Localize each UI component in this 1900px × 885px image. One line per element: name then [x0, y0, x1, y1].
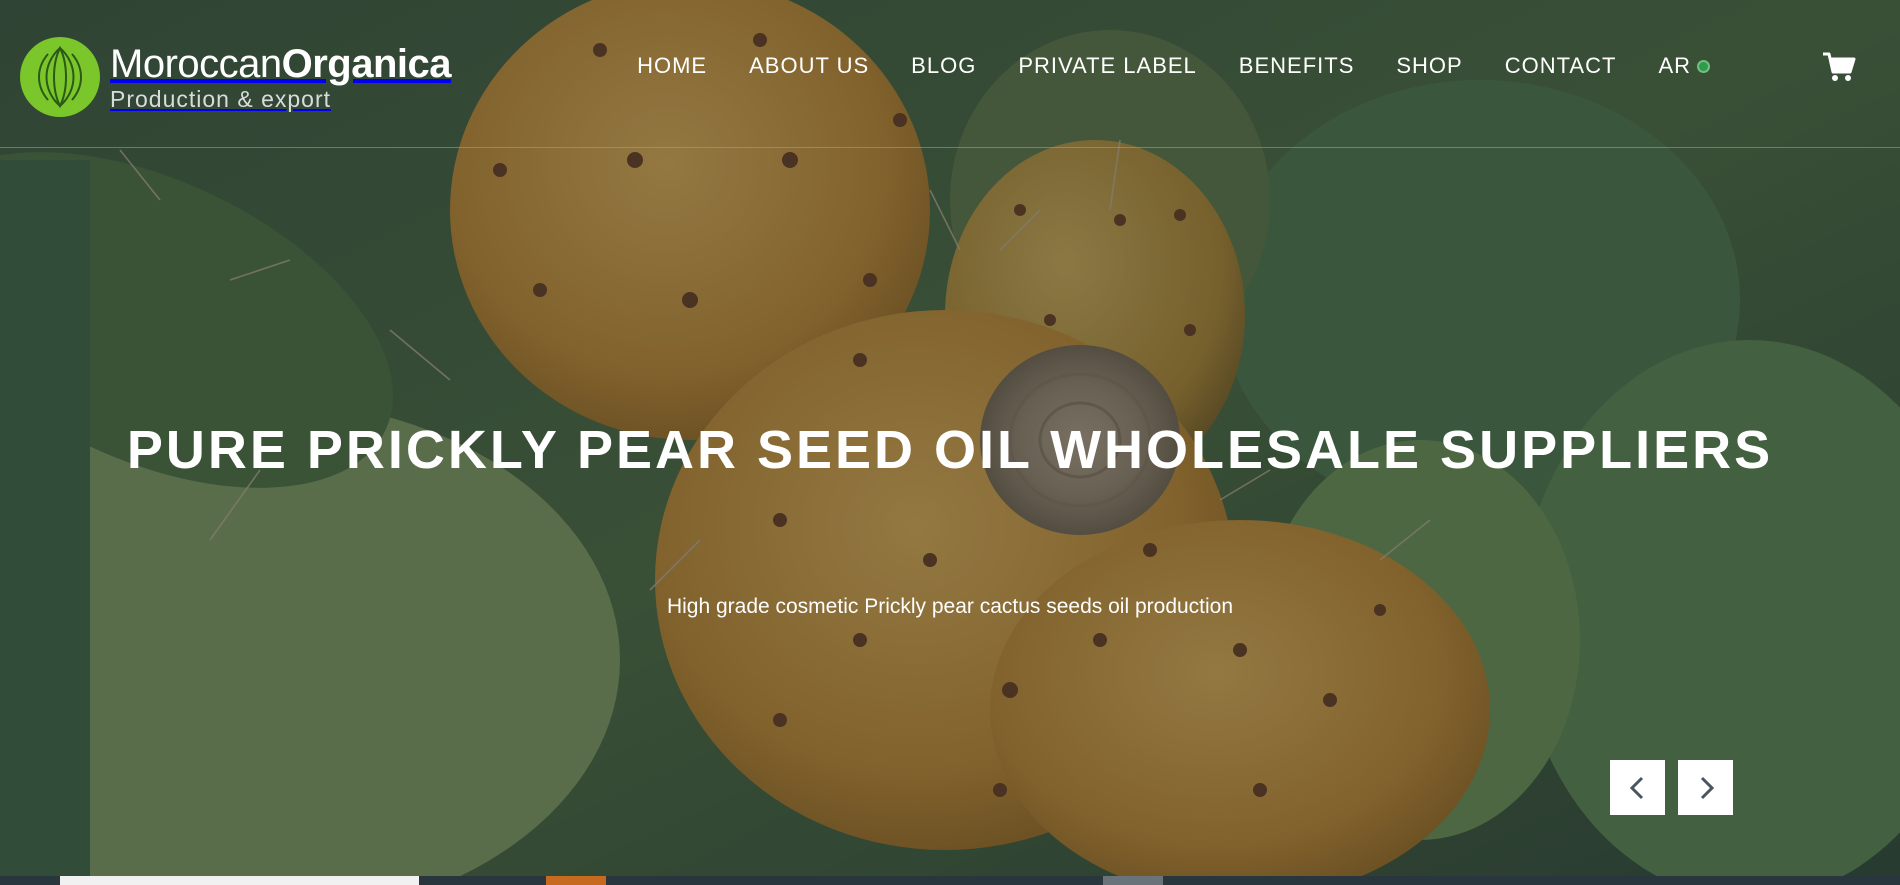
flag-dot-icon [1697, 59, 1710, 73]
chevron-right-icon [1700, 776, 1714, 799]
slider-progress-strip [0, 876, 1900, 885]
language-switcher[interactable]: AR [1658, 53, 1710, 79]
nav-item-home[interactable]: HOME [637, 52, 707, 80]
slider-next-button[interactable] [1678, 760, 1733, 815]
hero-subtitle: High grade cosmetic Prickly pear cactus … [666, 595, 1234, 618]
nav-item-blog[interactable]: BLOG [911, 52, 976, 80]
cart-link[interactable] [1822, 51, 1856, 83]
brand-tagline: Production & export [110, 86, 332, 112]
nav-item-private-label[interactable]: PRIVATE LABEL [1018, 52, 1196, 80]
site-header: MoroccanOrganica Production & export HOM… [0, 0, 1900, 148]
nav-item-shop[interactable]: SHOP [1396, 52, 1462, 80]
main-nav: HOME ABOUT US BLOG PRIVATE LABEL BENEFIT… [595, 52, 1710, 80]
nav-item-benefits[interactable]: BENEFITS [1239, 52, 1355, 80]
nav-item-about-us[interactable]: ABOUT US [749, 52, 869, 80]
hero-title: PURE PRICKLY PEAR SEED OIL WHOLESALE SUP… [126, 420, 1774, 480]
language-label: AR [1658, 53, 1691, 78]
brand-name-bold: Organica [281, 42, 452, 86]
brand-name-light: Moroccan [110, 42, 282, 86]
logo-link[interactable]: MoroccanOrganica Production & export [20, 37, 452, 117]
brand-name: MoroccanOrganica [110, 42, 452, 86]
slide-indicator[interactable] [546, 876, 606, 885]
slide-indicator[interactable] [1103, 876, 1163, 885]
chevron-left-icon [1629, 776, 1643, 799]
logo-mark [20, 37, 100, 117]
logo-text: MoroccanOrganica Production & export [110, 42, 452, 112]
slider-prev-button[interactable] [1610, 760, 1665, 815]
slide-indicator-active[interactable] [60, 876, 419, 885]
shopping-cart-icon [1823, 52, 1856, 81]
leaf-logo-icon [38, 45, 82, 109]
nav-item-contact[interactable]: CONTACT [1505, 52, 1617, 80]
